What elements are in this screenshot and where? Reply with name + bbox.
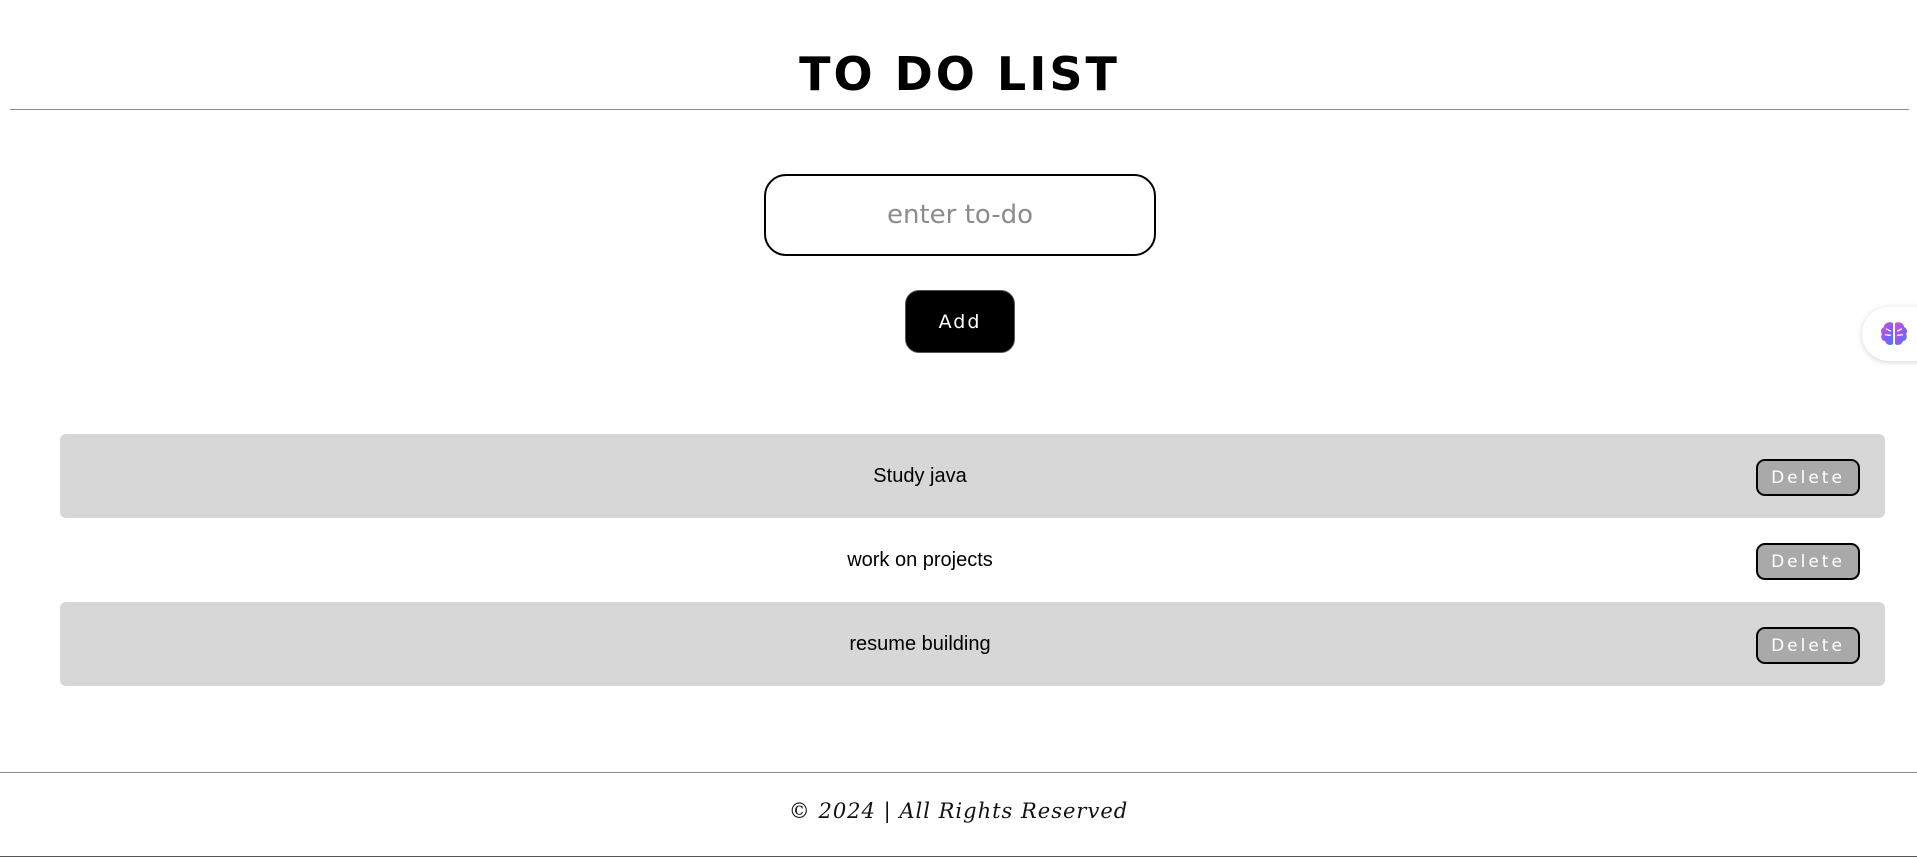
delete-button[interactable]: Delete bbox=[1756, 543, 1860, 580]
list-item: Study java Delete bbox=[60, 434, 1885, 518]
page-title: TO DO LIST bbox=[799, 47, 1120, 101]
assistant-widget-button[interactable] bbox=[1862, 307, 1917, 361]
page: TO DO LIST Add Study java Delete work on… bbox=[0, 0, 1917, 857]
delete-button[interactable]: Delete bbox=[1756, 627, 1860, 664]
copyright-text: © 2024 | All Rights Reserved bbox=[788, 799, 1129, 823]
todo-text: Study java bbox=[873, 465, 967, 487]
page-header: TO DO LIST bbox=[10, 0, 1909, 110]
delete-button[interactable]: Delete bbox=[1756, 459, 1860, 496]
todo-text: resume building bbox=[849, 633, 991, 655]
todo-input[interactable] bbox=[764, 174, 1156, 256]
list-item: resume building Delete bbox=[60, 602, 1885, 686]
todo-list: Study java Delete work on projects Delet… bbox=[60, 434, 1885, 686]
add-button[interactable]: Add bbox=[905, 290, 1015, 353]
todo-text: work on projects bbox=[847, 549, 993, 571]
page-footer: © 2024 | All Rights Reserved bbox=[0, 772, 1917, 857]
list-item: work on projects Delete bbox=[60, 518, 1885, 602]
brain-icon bbox=[1880, 322, 1908, 345]
